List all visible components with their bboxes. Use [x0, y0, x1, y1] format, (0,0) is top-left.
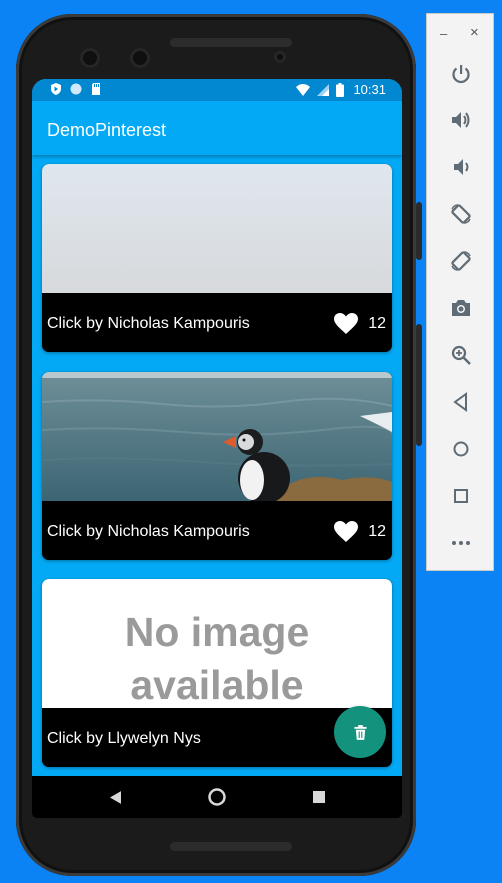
rotate-left-icon [451, 204, 471, 224]
like-group: 12 [334, 313, 386, 335]
overview-icon [454, 489, 468, 503]
back-icon [453, 392, 467, 412]
recents-icon [313, 791, 325, 803]
status-bar: 10:31 [32, 79, 402, 101]
navigation-bar [32, 776, 402, 818]
card-image[interactable] [42, 372, 392, 501]
volume-down-button[interactable] [445, 151, 477, 183]
power-icon [452, 65, 470, 84]
app-title: DemoPinterest [47, 120, 167, 140]
home-icon [208, 788, 226, 806]
close-button[interactable]: × [470, 24, 479, 41]
power-button[interactable] [445, 58, 477, 90]
shield-icon [51, 83, 61, 95]
battery-icon [336, 82, 345, 97]
trash-icon [353, 724, 367, 740]
more-icon [452, 541, 470, 545]
placeholder-line-2: available [130, 662, 304, 708]
status-time: 10:31 [353, 82, 386, 97]
like-group: 12 [334, 521, 386, 543]
overview-button[interactable] [445, 480, 477, 512]
rotate-right-icon [451, 251, 471, 271]
card-caption: Click by Nicholas Kampouris [47, 523, 250, 540]
circle-icon [70, 83, 82, 95]
feed-card[interactable]: Click by Nicholas Kampouris 12 [42, 372, 392, 560]
wifi-icon [296, 83, 311, 96]
window-controls: – × [427, 24, 495, 44]
sd-card-icon [92, 83, 100, 95]
placeholder-line-1: No image [124, 609, 310, 655]
no-image-placeholder[interactable]: No image available [42, 579, 392, 708]
feed-card[interactable]: Click by Nicholas Kampouris 12 [42, 164, 392, 352]
caption-bar: Click by Nicholas Kampouris 12 [42, 293, 392, 352]
rotate-left-button[interactable] [445, 198, 477, 230]
side-button [416, 202, 422, 260]
volume-up-icon [452, 112, 470, 128]
earpiece-speaker [170, 38, 292, 47]
heart-icon[interactable] [334, 313, 359, 335]
like-count: 12 [368, 523, 386, 540]
app-bar: DemoPinterest [32, 101, 402, 155]
front-camera [80, 48, 100, 68]
zoom-icon [451, 345, 471, 365]
card-caption: Click by Nicholas Kampouris [47, 315, 250, 332]
zoom-button[interactable] [445, 339, 477, 371]
caption-bar: Click by Nicholas Kampouris 12 [42, 501, 392, 560]
more-button[interactable] [445, 527, 477, 559]
rotate-right-button[interactable] [445, 245, 477, 277]
screenshot-button[interactable] [445, 292, 477, 324]
nav-recents-button[interactable] [299, 776, 339, 818]
side-button [416, 324, 422, 446]
card-caption: Click by Llywelyn Nys [47, 730, 201, 747]
volume-down-icon [454, 159, 469, 175]
like-count: 12 [368, 315, 386, 332]
front-sensor [130, 48, 150, 68]
device-screen: 10:31 DemoPinterest Click by Nicholas Ka… [32, 79, 402, 818]
bottom-speaker [170, 842, 292, 851]
home-button[interactable] [445, 433, 477, 465]
card-image[interactable] [42, 164, 392, 293]
home-icon [453, 441, 469, 457]
heart-icon[interactable] [334, 521, 359, 543]
nav-back-button[interactable] [95, 776, 135, 818]
volume-up-button[interactable] [445, 104, 477, 136]
emulator-toolbar: – × [426, 13, 494, 571]
minimize-button[interactable]: – [440, 26, 447, 41]
camera-icon [452, 300, 470, 316]
back-icon [109, 790, 121, 804]
signal-icon [317, 83, 330, 96]
delete-fab[interactable] [334, 706, 386, 758]
nav-home-button[interactable] [197, 776, 237, 818]
back-button[interactable] [445, 386, 477, 418]
proximity-sensor [274, 51, 286, 63]
